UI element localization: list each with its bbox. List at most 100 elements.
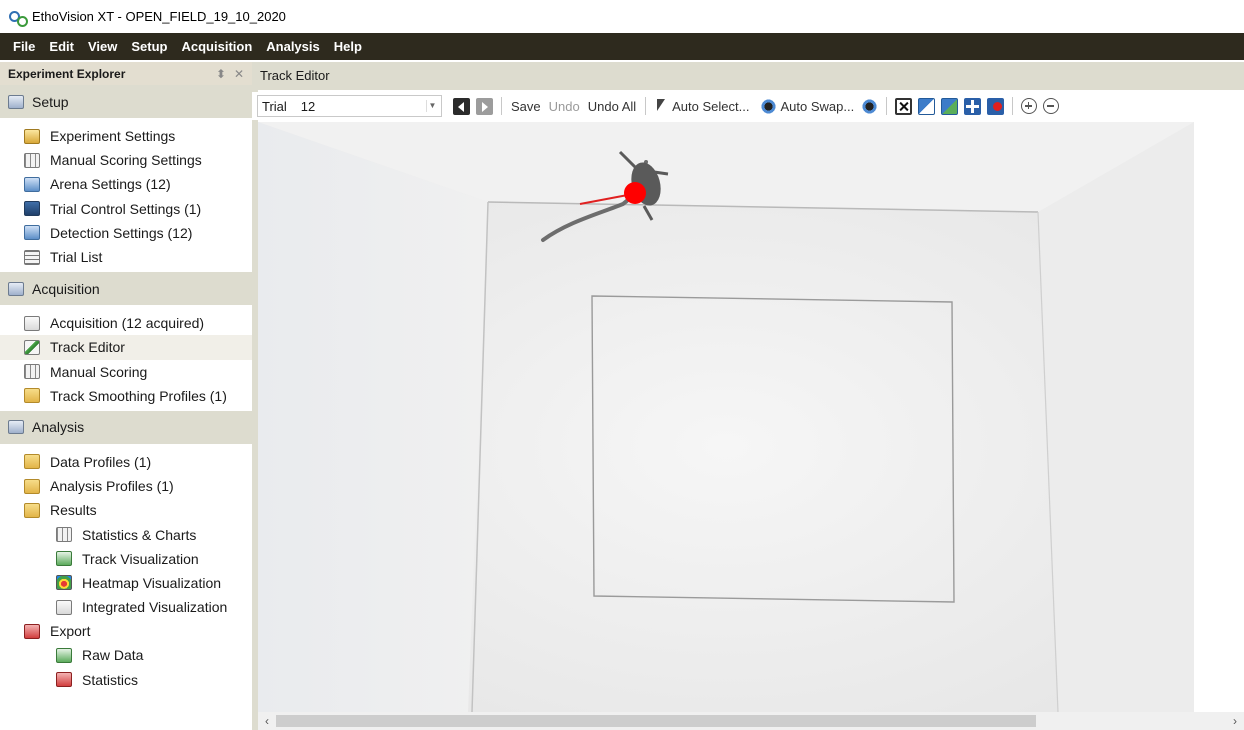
trial-value: 12 (300, 98, 316, 114)
toolbar-separator (886, 97, 888, 115)
trial-control-settings-icon (24, 201, 40, 217)
arena-right-wall (1038, 122, 1194, 712)
next-sample-icon[interactable] (476, 97, 493, 115)
group-analysis[interactable]: Analysis (0, 410, 252, 444)
acquisition-icon (8, 281, 24, 296)
first-sample-icon[interactable] (453, 97, 470, 115)
auto-swap-icon (760, 97, 778, 115)
scroll-right-icon[interactable]: › (1226, 712, 1244, 730)
acquisition-items: Acquisition (12 acquired) Track Editor M… (0, 305, 252, 411)
menu-setup[interactable]: Setup (124, 33, 174, 60)
delete-sample-icon[interactable] (895, 97, 913, 115)
tree-item-manual-scoring[interactable]: Manual Scoring (0, 360, 252, 384)
experiment-settings-icon (24, 128, 40, 144)
toolbar-separator (645, 97, 647, 115)
swap-icon[interactable] (861, 97, 879, 115)
statistics-export-icon (56, 672, 72, 688)
setup-items: Experiment Settings Manual Scoring Setti… (0, 118, 252, 273)
video-margin (1194, 122, 1244, 712)
center-point-marker[interactable] (624, 182, 646, 204)
explorer-header: Experiment Explorer ⬍ ✕ (0, 62, 252, 85)
pin-icon[interactable]: ⬍ (216, 67, 226, 81)
track-visualization-icon (56, 551, 72, 567)
tree-item-track-visualization[interactable]: Track Visualization (0, 547, 252, 571)
tree-item-track-editor[interactable]: Track Editor (0, 335, 252, 360)
move-point-icon[interactable] (987, 97, 1005, 115)
explorer-title: Experiment Explorer (8, 66, 126, 81)
video-frame[interactable] (258, 122, 1194, 712)
horizontal-scrollbar[interactable]: ‹ › (258, 712, 1244, 730)
arena-settings-icon (24, 176, 40, 192)
raw-data-icon (56, 647, 72, 663)
interpolate-samples-icon[interactable] (941, 97, 959, 115)
ethovision-app-icon (8, 9, 28, 27)
zoom-in-icon[interactable] (1021, 98, 1038, 114)
save-button[interactable]: Save (507, 95, 545, 117)
scroll-thumb[interactable] (276, 715, 1036, 727)
results-folder-icon (24, 502, 40, 518)
auto-select-cursor-icon (655, 98, 672, 115)
toolbar-separator (501, 97, 502, 115)
tree-item-statistics-export[interactable]: Statistics (0, 668, 252, 692)
menu-acquisition[interactable]: Acquisition (174, 33, 259, 60)
dropdown-arrow-icon[interactable]: ▼ (426, 100, 438, 112)
menu-help[interactable]: Help (327, 33, 369, 60)
menu-bar: File Edit View Setup Acquisition Analysi… (0, 33, 1244, 60)
tree-item-export[interactable]: Export (0, 619, 252, 643)
manual-scoring-settings-icon (24, 152, 40, 168)
statistics-charts-icon (56, 527, 72, 543)
trial-list-icon (24, 249, 40, 265)
setup-icon (8, 94, 24, 109)
track-editor-title: Track Editor (252, 62, 1244, 90)
tree-item-track-smoothing-profiles[interactable]: Track Smoothing Profiles (1) (0, 384, 252, 408)
track-editor-toolbar: Trial 12 ▼ Save Undo Undo All Auto Selec… (252, 92, 1244, 120)
title-bar: EthoVision XT - OPEN_FIELD_19_10_2020 (0, 0, 1244, 33)
tree-item-trial-list[interactable]: Trial List (0, 245, 252, 269)
tree-item-raw-data[interactable]: Raw Data (0, 643, 252, 667)
trial-dropdown[interactable]: Trial 12 ▼ (257, 95, 442, 117)
menu-file[interactable]: File (6, 33, 42, 60)
group-setup[interactable]: Setup (0, 85, 252, 118)
add-point-icon[interactable] (964, 97, 982, 115)
menu-analysis[interactable]: Analysis (259, 33, 326, 60)
undo-all-button[interactable]: Undo All (584, 95, 640, 117)
arena-left-wall (258, 122, 488, 712)
heatmap-visualization-icon (56, 575, 72, 591)
tree-item-heatmap-visualization[interactable]: Heatmap Visualization (0, 571, 252, 595)
toolbar-separator (1012, 97, 1014, 115)
export-folder-icon (24, 623, 40, 639)
scroll-left-icon[interactable]: ‹ (258, 712, 276, 730)
integrated-visualization-icon (56, 599, 72, 615)
experiment-explorer-panel: Experiment Explorer ⬍ ✕ Setup Experiment… (0, 62, 252, 730)
tree-item-detection-settings[interactable]: Detection Settings (12) (0, 221, 252, 245)
track-editor-icon (24, 339, 40, 355)
acquisition-item-icon (24, 315, 40, 331)
menu-edit[interactable]: Edit (42, 33, 81, 60)
close-icon[interactable]: ✕ (234, 67, 244, 81)
detection-settings-icon (24, 225, 40, 241)
data-profiles-icon (24, 454, 40, 470)
tree-item-analysis-profiles[interactable]: Analysis Profiles (1) (0, 474, 252, 498)
select-samples-icon[interactable] (918, 97, 936, 115)
manual-scoring-icon (24, 364, 40, 380)
tree-item-manual-scoring-settings[interactable]: Manual Scoring Settings (0, 148, 252, 172)
tree-item-data-profiles[interactable]: Data Profiles (1) (0, 450, 252, 474)
group-acquisition[interactable]: Acquisition (0, 272, 252, 306)
analysis-items: Data Profiles (1) Analysis Profiles (1) … (0, 443, 252, 695)
analysis-profiles-icon (24, 478, 40, 494)
zoom-out-icon[interactable] (1043, 98, 1060, 114)
auto-select-button[interactable]: Auto Select... (651, 95, 753, 117)
auto-swap-button[interactable]: Auto Swap... (753, 95, 858, 117)
tree-item-acquisition[interactable]: Acquisition (12 acquired) (0, 311, 252, 335)
undo-button[interactable]: Undo (545, 95, 584, 117)
track-smoothing-icon (24, 388, 40, 404)
tree-item-arena-settings[interactable]: Arena Settings (12) (0, 172, 252, 196)
tree-item-results[interactable]: Results (0, 498, 252, 522)
menu-view[interactable]: View (81, 33, 124, 60)
animal-leg (653, 170, 669, 176)
tree-item-integrated-visualization[interactable]: Integrated Visualization (0, 595, 252, 619)
tree-item-trial-control-settings[interactable]: Trial Control Settings (1) (0, 197, 252, 221)
tree-item-experiment-settings[interactable]: Experiment Settings (0, 124, 252, 148)
tree-item-statistics-charts[interactable]: Statistics & Charts (0, 522, 252, 546)
arena-video-image (258, 122, 1194, 712)
